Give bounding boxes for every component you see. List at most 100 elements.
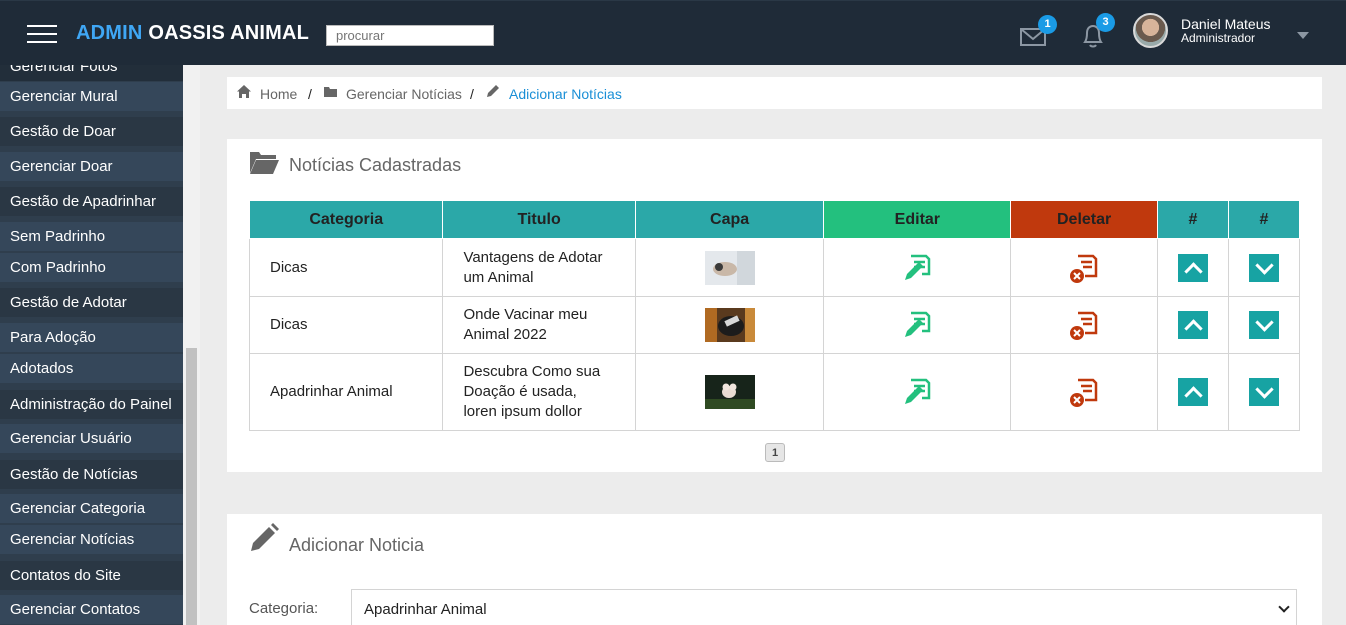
breadcrumb-separator: / (470, 86, 474, 102)
edit-document-icon[interactable] (901, 252, 933, 284)
move-down-button[interactable] (1248, 311, 1279, 339)
cell-move-up (1156, 238, 1229, 297)
cover-thumbnail[interactable] (704, 250, 755, 285)
col-header-categoria[interactable]: Categoria (248, 200, 444, 239)
cell-title: Onde Vacinar meu Animal 2022 (442, 296, 636, 354)
sidebar-item-adotados[interactable]: Adotados (0, 354, 183, 383)
sidebar-item-gerenciar-fotos[interactable]: Gerenciar Fotos (0, 65, 183, 81)
sidebar-item-gestao-apadrinhar[interactable]: Gestão de Apadrinhar (0, 187, 183, 216)
folder-icon (324, 87, 337, 97)
pagination-page-button[interactable]: 1 (765, 443, 785, 462)
brand-accent: ADMIN (76, 22, 143, 44)
breadcrumb: Home / Gerenciar Notícias / Adicionar No… (227, 77, 1322, 109)
sidebar-item-para-adocao[interactable]: Para Adoção (0, 323, 183, 352)
edit-document-icon[interactable] (901, 309, 933, 341)
delete-document-icon[interactable] (1068, 376, 1100, 408)
top-navbar: ADMIN OASSIS ANIMAL 1 3 Daniel Mateus Ad… (0, 0, 1346, 65)
sidebar-scrollbar-thumb[interactable] (186, 348, 197, 625)
search-input[interactable] (326, 25, 494, 46)
table-row: Apadrinhar Animal Descubra Como sua Doaçã… (248, 353, 1301, 431)
cell-edit (823, 238, 1012, 297)
user-avatar[interactable] (1133, 13, 1168, 48)
notifications-badge: 3 (1096, 13, 1115, 32)
sidebar-item-contatos-site[interactable]: Contatos do Site (0, 561, 183, 590)
sidebar-item-gestao-noticias[interactable]: Gestão de Notícias (0, 460, 183, 489)
sidebar-item-gerenciar-usuario[interactable]: Gerenciar Usuário (0, 424, 183, 453)
title-line: Doação é usada, (463, 383, 577, 400)
col-header-capa[interactable]: Capa (634, 200, 825, 239)
delete-document-icon[interactable] (1068, 309, 1100, 341)
cell-category: Dicas (248, 238, 444, 297)
move-up-button[interactable] (1177, 378, 1208, 406)
col-header-up[interactable]: # (1156, 200, 1229, 239)
cell-delete (1010, 296, 1158, 354)
col-header-down[interactable]: # (1227, 200, 1301, 239)
cell-move-up (1156, 296, 1229, 354)
sidebar-item-gerenciar-noticias[interactable]: Gerenciar Notícias (0, 525, 183, 554)
col-header-deletar[interactable]: Deletar (1010, 200, 1158, 239)
table-row: Dicas Onde Vacinar meu Animal 2022 (248, 296, 1301, 354)
cell-cover (634, 353, 825, 431)
cover-thumbnail[interactable] (704, 375, 755, 409)
cell-title: Vantagens de Adotar um Animal (442, 238, 636, 297)
sidebar-item-gerenciar-doar[interactable]: Gerenciar Doar (0, 152, 183, 181)
sidebar-item-gestao-doar[interactable]: Gestão de Doar (0, 117, 183, 146)
cover-thumbnail[interactable] (704, 308, 755, 342)
chevron-down-icon (1278, 601, 1290, 613)
cell-move-down (1227, 296, 1301, 354)
title-line: Descubra Como sua (463, 363, 601, 380)
cell-delete (1010, 238, 1158, 297)
cell-cover (634, 238, 825, 297)
cell-move-down (1227, 238, 1301, 297)
user-role: Administrador (1181, 31, 1256, 45)
category-label: Categoria: (249, 600, 319, 617)
news-list-title: Notícias Cadastradas (289, 155, 462, 175)
brand-name: OASSIS ANIMAL (148, 22, 310, 44)
pencil-icon (487, 85, 499, 97)
col-header-titulo[interactable]: Titulo (442, 200, 636, 239)
title-line: Onde Vacinar meu (463, 306, 588, 323)
sidebar-item-gerenciar-categoria[interactable]: Gerenciar Categoria (0, 494, 183, 523)
category-select[interactable]: Apadrinhar Animal (351, 589, 1297, 625)
news-table: Categoria Titulo Capa Editar Deletar # #… (248, 200, 1301, 431)
chevron-down-icon[interactable] (1297, 32, 1309, 39)
col-header-editar[interactable]: Editar (823, 200, 1012, 239)
sidebar-item-com-padrinho[interactable]: Com Padrinho (0, 253, 183, 282)
table-row: Dicas Vantagens de Adotar um Animal (248, 238, 1301, 297)
sidebar-item-gestao-adotar[interactable]: Gestão de Adotar (0, 288, 183, 317)
cell-edit (823, 353, 1012, 431)
title-line: Animal 2022 (463, 326, 547, 343)
title-line: Vantagens de Adotar (463, 248, 603, 266)
title-line: loren ipsum dollor (463, 403, 582, 420)
cell-title: Descubra Como sua Doação é usada, loren ip… (442, 353, 636, 431)
edit-document-icon[interactable] (901, 376, 933, 408)
move-up-button[interactable] (1177, 253, 1208, 282)
add-news-title: Adicionar Noticia (289, 535, 425, 555)
cell-cover (634, 296, 825, 354)
sidebar-item-gerenciar-mural[interactable]: Gerenciar Mural (0, 82, 183, 111)
home-icon (237, 85, 251, 98)
cell-delete (1010, 353, 1158, 431)
cell-move-down (1227, 353, 1301, 431)
breadcrumb-current: Adicionar Notícias (509, 86, 622, 102)
sidebar-item-administracao-painel[interactable]: Administração do Painel (0, 390, 183, 419)
delete-document-icon[interactable] (1068, 252, 1100, 284)
sidebar: Gerenciar Fotos Gerenciar Mural Gestão d… (0, 65, 183, 625)
breadcrumb-manage-news[interactable]: Gerenciar Notícias (346, 86, 462, 102)
category-select-value: Apadrinhar Animal (364, 601, 487, 618)
cell-move-up (1156, 353, 1229, 431)
brand-logo[interactable]: ADMIN OASSIS ANIMAL (76, 22, 309, 45)
move-down-button[interactable] (1248, 253, 1279, 282)
pencil-icon (251, 523, 279, 551)
hamburger-menu-icon[interactable] (27, 25, 57, 43)
user-name[interactable]: Daniel Mateus (1181, 17, 1271, 31)
move-down-button[interactable] (1248, 378, 1279, 406)
messages-badge: 1 (1038, 15, 1057, 34)
sidebar-item-sem-padrinho[interactable]: Sem Padrinho (0, 222, 183, 251)
move-up-button[interactable] (1177, 311, 1208, 339)
folder-open-icon (250, 152, 279, 174)
sidebar-item-gerenciar-contatos[interactable]: Gerenciar Contatos (0, 595, 183, 624)
breadcrumb-home[interactable]: Home (260, 86, 297, 102)
title-line: um Animal (463, 268, 534, 286)
cell-category: Apadrinhar Animal (248, 353, 444, 431)
